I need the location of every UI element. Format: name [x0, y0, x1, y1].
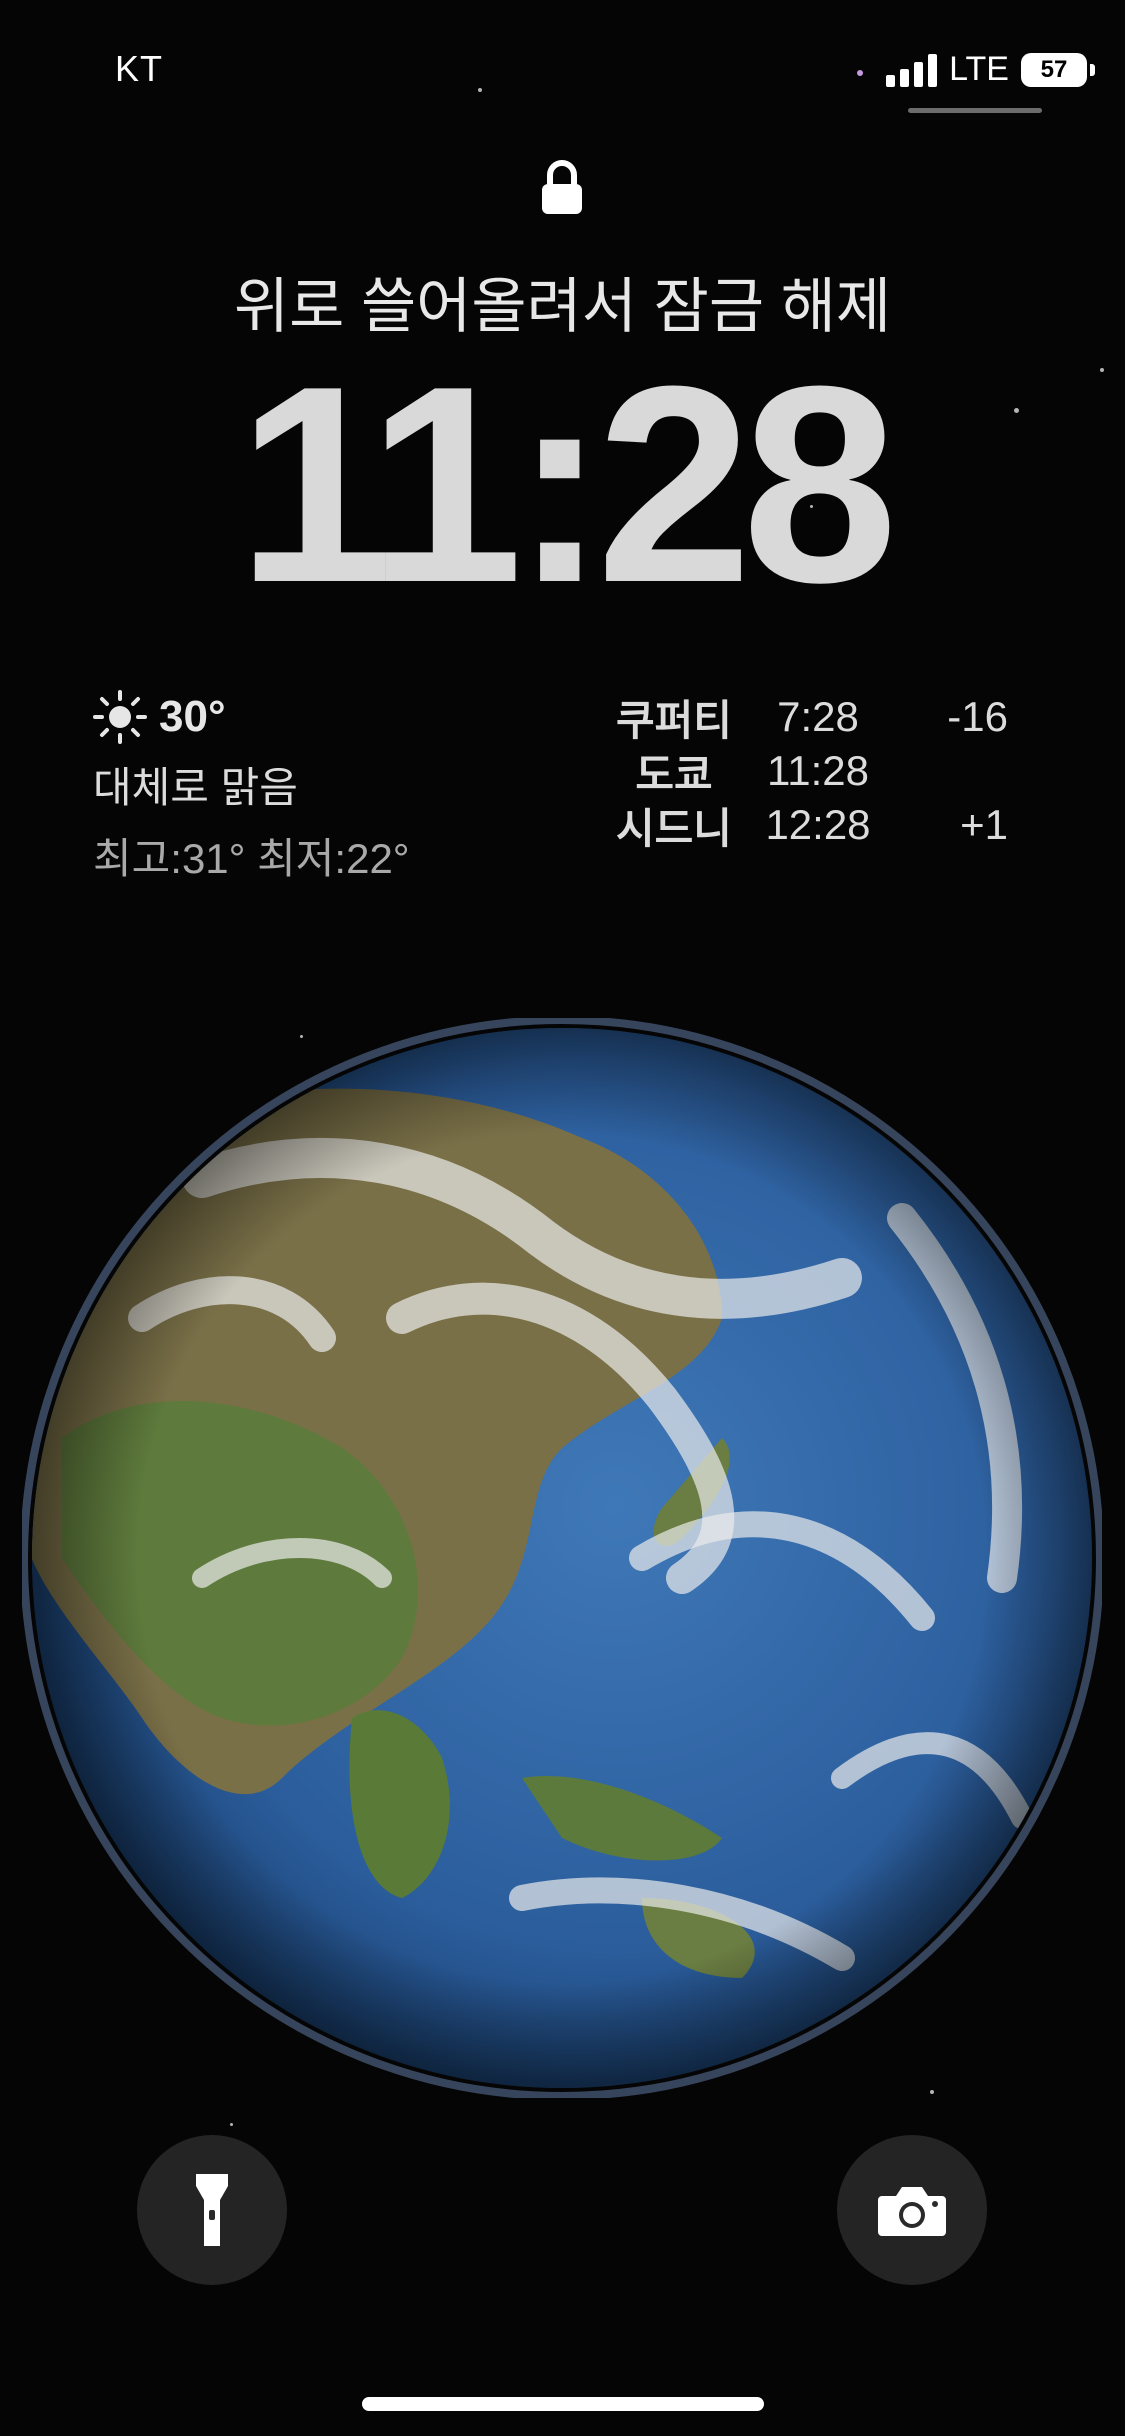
privacy-indicator-dot	[857, 70, 863, 76]
flashlight-icon	[196, 2174, 228, 2246]
world-clock-row: 시드니 12:28 +1	[610, 798, 1008, 852]
world-clock-row: 도쿄 11:28	[610, 744, 1008, 798]
camera-button[interactable]	[837, 2135, 987, 2285]
world-clock-time: 12:28	[765, 801, 871, 848]
battery-level: 57	[1040, 55, 1068, 83]
network-type: LTE	[949, 50, 1009, 88]
world-clock-time: 7:28	[777, 693, 859, 740]
sun-icon	[93, 690, 147, 744]
world-clock-offset: +1	[960, 801, 1008, 848]
lock-icon	[542, 160, 582, 214]
signal-strength-icon	[886, 53, 938, 87]
camera-icon	[878, 2187, 946, 2236]
world-clock-city: 도쿄	[635, 750, 713, 798]
flashlight-button[interactable]	[137, 2135, 287, 2285]
world-clock-widget[interactable]: 쿠퍼티 7:28 -16 도쿄 11:28 시드니 12:28 +1	[610, 690, 1008, 852]
world-clock-city: 쿠퍼티	[616, 696, 732, 744]
earth-globe-wallpaper	[22, 1018, 1102, 2098]
weather-high-low: 최고:31° 최저:22°	[93, 835, 410, 882]
status-bar: KT LTE 57	[0, 0, 1125, 140]
weather-widget[interactable]: 30° 대체로 맑음 최고:31° 최저:22°	[93, 690, 410, 886]
world-clock-time: 11:28	[767, 747, 869, 794]
world-clock-row: 쿠퍼티 7:28 -16	[610, 690, 1008, 744]
control-center-indicator[interactable]	[908, 108, 1042, 113]
home-indicator[interactable]	[362, 2397, 764, 2411]
weather-temperature: 30°	[159, 692, 226, 741]
status-icons: LTE 57	[886, 50, 1095, 89]
world-clock-offset: -16	[947, 693, 1008, 740]
world-clock-city: 시드니	[616, 804, 732, 852]
weather-condition: 대체로 맑음	[93, 764, 298, 811]
battery-icon: 57	[1021, 52, 1095, 87]
carrier-name: KT	[115, 48, 164, 89]
lock-screen-clock: 11:28	[237, 329, 898, 641]
